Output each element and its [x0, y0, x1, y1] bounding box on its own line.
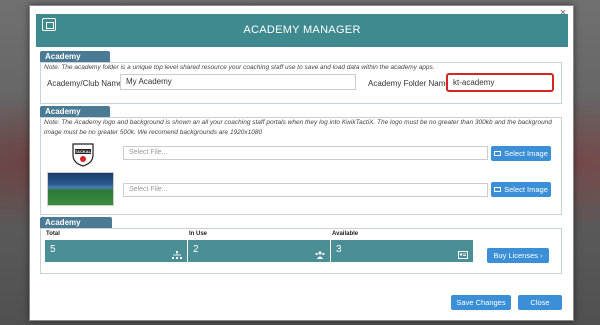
buy-licenses-button[interactable]: Buy Licenses › — [487, 248, 549, 263]
club-name-label: Academy/Club Name: — [47, 79, 125, 88]
users-icon — [315, 251, 325, 259]
image-icon — [494, 186, 502, 192]
club-name-input[interactable]: My Academy — [120, 74, 356, 90]
section-licenses: Total 5 In Use 2 Available 3 Buy License… — [40, 228, 562, 274]
total-label: Total — [46, 231, 60, 237]
close-button[interactable]: Close — [518, 295, 562, 310]
available-label: Available — [332, 231, 359, 237]
section-portal: Note: The Academy logo and background is… — [40, 117, 562, 215]
image-icon — [494, 150, 502, 156]
portal-note: Note: The Academy logo and background is… — [44, 119, 552, 136]
cloud-note: Note: The academy folder is a unique top… — [44, 64, 435, 71]
section-cloud: Note: The academy folder is a unique top… — [40, 62, 562, 104]
dialog-title-bar: ACADEMY MANAGER — [36, 14, 568, 47]
in-use-label: In Use — [189, 231, 208, 237]
section-header-cloud: Academy Cloud — [40, 51, 110, 72]
dialog-title: ACADEMY MANAGER — [243, 24, 361, 36]
background-file-input[interactable]: Select File... — [123, 183, 488, 197]
background-thumbnail — [47, 172, 114, 206]
available-licenses-value: 3 — [336, 244, 342, 255]
hierarchy-icon — [172, 251, 182, 259]
total-licenses-box: 5 — [45, 240, 187, 262]
folder-name-input[interactable]: kt-academy — [446, 73, 554, 92]
logo-file-input[interactable]: Select File... — [123, 146, 488, 160]
select-background-label: Select Image — [504, 185, 548, 194]
section-header-portal: Academy Portal — [40, 106, 110, 127]
save-changes-button[interactable]: Save Changes — [451, 295, 511, 310]
section-header-licenses: Academy Licenses — [40, 217, 112, 238]
in-use-licenses-box: 2 — [188, 240, 330, 262]
in-use-licenses-value: 2 — [193, 244, 199, 255]
select-logo-button[interactable]: Select Image — [491, 146, 551, 161]
total-licenses-value: 5 — [50, 244, 56, 255]
academy-logo-thumbnail: TACKAL — [69, 141, 97, 167]
select-background-button[interactable]: Select Image — [491, 182, 551, 197]
academy-manager-dialog: × ACADEMY MANAGER Academy Cloud Note: Th… — [29, 5, 574, 321]
folder-name-label: Academy Folder Name: — [368, 79, 453, 88]
select-logo-label: Select Image — [504, 149, 548, 158]
logo-text: TACKAL — [75, 149, 92, 154]
available-licenses-box: 3 — [331, 240, 473, 262]
id-card-icon — [458, 251, 468, 259]
